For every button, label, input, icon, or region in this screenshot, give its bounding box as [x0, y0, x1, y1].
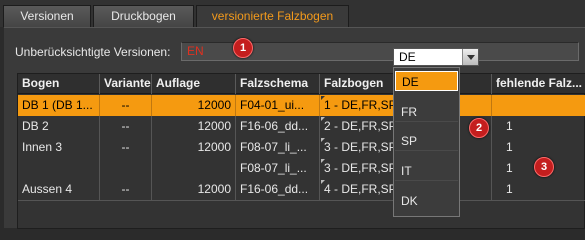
cell-variante: --: [100, 95, 152, 116]
cell-auflage: [152, 158, 236, 179]
tab-bar: Versionen Druckbogen versionierte Falzbo…: [0, 0, 585, 27]
version-option-de[interactable]: DE: [395, 71, 458, 91]
cell-falzschema: F08-07_li_...: [236, 137, 320, 158]
table-row[interactable]: DB 1 (DB 1... -- 12000 F04-01_ui... 1 - …: [18, 95, 585, 116]
table-row[interactable]: Innen 3 -- 12000 F08-07_li_... 3 - DE,FR…: [18, 137, 585, 158]
cell-bogen: Innen 3: [18, 137, 100, 158]
version-dropdown-list: DE FR SP IT DK: [393, 67, 460, 217]
cell-falzschema: F04-01_ui...: [236, 95, 320, 116]
cell-auflage: 12000: [152, 95, 236, 116]
table-row[interactable]: DB 2 -- 12000 F16-06_dd... 2 - DE,FR,SP.…: [18, 116, 585, 137]
table-row[interactable]: Aussen 4 -- 12000 F16-06_dd... 4 - DE,FR…: [18, 179, 585, 200]
row-divider: [18, 200, 585, 201]
cell-fehlende: 1: [506, 182, 513, 196]
unberuecksichtigt-label: Unberücksichtigte Versionen:: [15, 45, 171, 59]
tab-versionierte-falzbogen[interactable]: versionierte Falzbogen: [196, 5, 349, 27]
cell-bogen: DB 2: [18, 116, 100, 137]
version-option-fr[interactable]: FR: [395, 102, 458, 122]
falzbogen-table: Bogen Variante Auflage Falzschema Falzbo…: [17, 73, 585, 229]
cell-bogen: Aussen 4: [18, 179, 100, 200]
cell-fehlende: [492, 95, 585, 116]
cell-bogen: [18, 158, 100, 179]
tab-druckbogen[interactable]: Druckbogen: [93, 5, 194, 27]
cell-fehlende: 1: [506, 140, 513, 154]
cell-variante: --: [100, 116, 152, 137]
column-header-fehlende-falzbogen[interactable]: fehlende Falz...: [492, 74, 585, 94]
cell-variante: [100, 158, 152, 179]
column-header-falzschema[interactable]: Falzschema: [236, 74, 320, 94]
column-header-variante[interactable]: Variante: [100, 74, 152, 94]
tab-versionen[interactable]: Versionen: [3, 5, 91, 27]
table-header: Bogen Variante Auflage Falzschema Falzbo…: [18, 74, 585, 94]
column-header-auflage[interactable]: Auflage: [152, 74, 236, 94]
version-combobox[interactable]: DE: [393, 48, 479, 66]
cell-auflage: 12000: [152, 116, 236, 137]
cell-auflage: 12000: [152, 179, 236, 200]
callout-marker-3: 3: [534, 157, 554, 177]
version-option-it[interactable]: IT: [395, 161, 458, 181]
column-header-bogen[interactable]: Bogen: [18, 74, 100, 94]
table-row[interactable]: F08-07_li_... 3 - DE,FR,SP... 1: [18, 158, 585, 179]
cell-fehlende: 1: [506, 119, 513, 133]
cell-falzschema: F08-07_li_...: [236, 158, 320, 179]
cell-variante: --: [100, 137, 152, 158]
cell-auflage: 12000: [152, 137, 236, 158]
callout-marker-2: 2: [469, 118, 489, 138]
cell-variante: --: [100, 179, 152, 200]
callout-marker-1: 1: [233, 38, 253, 58]
version-option-sp[interactable]: SP: [395, 131, 458, 151]
cell-falzschema: F16-06_dd...: [236, 179, 320, 200]
versionierte-falzbogen-panel: Unberücksichtigte Versionen: EN Bogen Va…: [4, 27, 585, 229]
chevron-down-icon[interactable]: [462, 49, 478, 65]
version-option-dk[interactable]: DK: [395, 191, 458, 211]
cell-falzschema: F16-06_dd...: [236, 116, 320, 137]
version-combobox-value: DE: [399, 50, 416, 64]
cell-bogen: DB 1 (DB 1...: [18, 95, 100, 116]
